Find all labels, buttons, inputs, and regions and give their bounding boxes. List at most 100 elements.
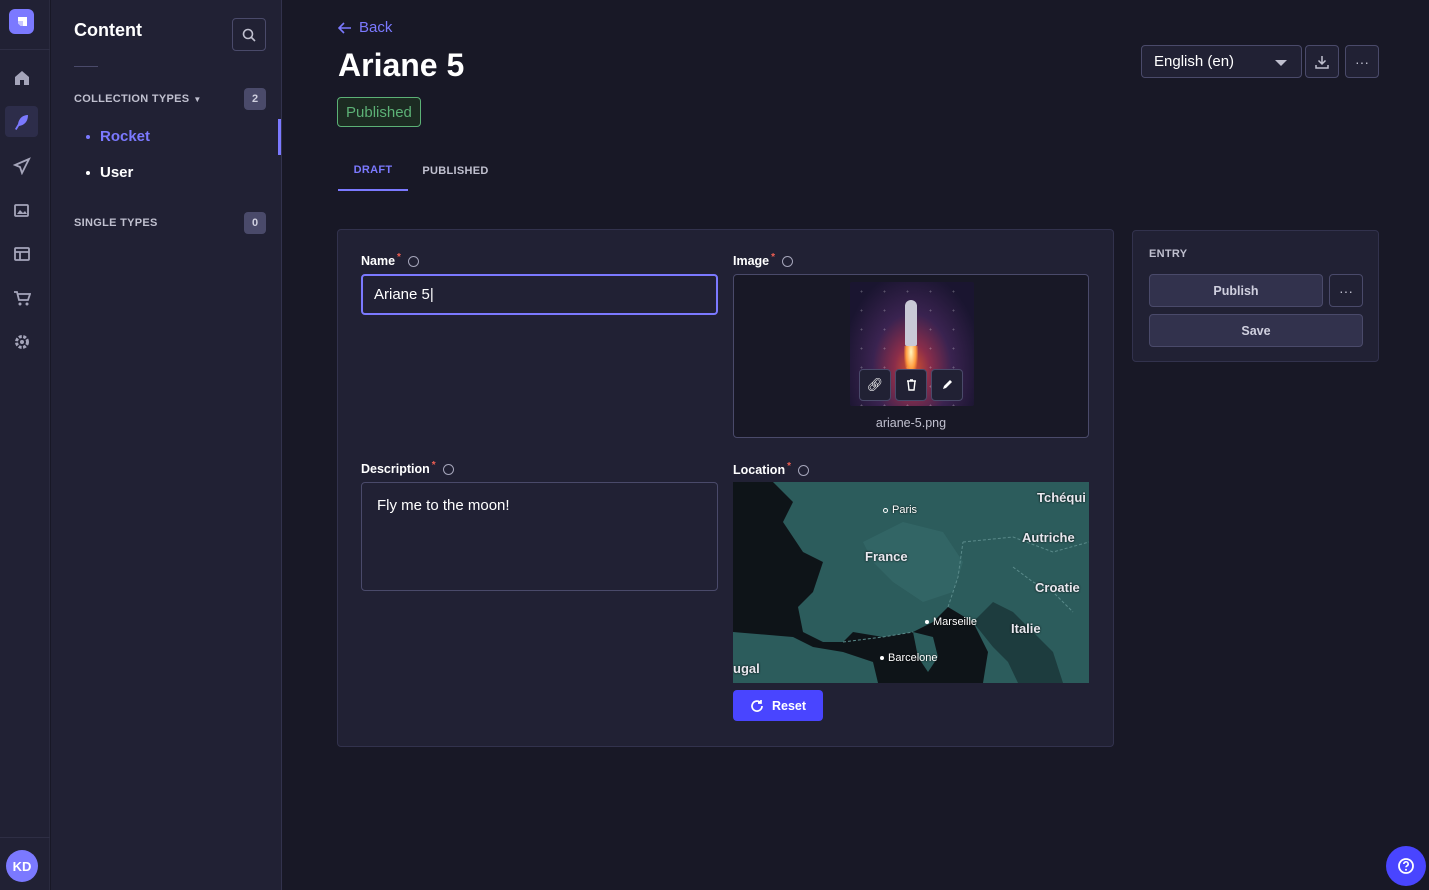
map-label-autriche: Autriche: [1022, 530, 1075, 545]
status-badge: Published: [337, 97, 421, 127]
save-button[interactable]: Save: [1149, 314, 1363, 347]
single-types-label: SINGLE TYPES: [74, 217, 158, 229]
image-field[interactable]: 🔗︎ ariane-5.png: [733, 274, 1089, 438]
entry-more-button[interactable]: ···: [1329, 274, 1363, 307]
globe-icon: [407, 255, 419, 267]
caret-down-icon: [1275, 60, 1287, 66]
location-label: Location *: [733, 460, 809, 477]
single-types-count: 0: [244, 212, 266, 234]
refresh-icon: [751, 699, 763, 712]
download-icon: [1315, 55, 1329, 69]
image-label-text: Image: [733, 254, 770, 268]
subnav-item-label: Rocket: [100, 128, 151, 145]
main-nav: KD: [0, 0, 50, 890]
globe-icon: [782, 255, 794, 267]
pencil-icon: [943, 380, 952, 389]
reset-button[interactable]: Reset: [733, 690, 823, 721]
publish-button[interactable]: Publish: [1149, 274, 1323, 307]
map-label-text: Barcelone: [888, 652, 938, 664]
image-thumbnail[interactable]: 🔗︎: [850, 282, 974, 406]
locale-value: English (en): [1154, 53, 1235, 70]
map-label-barcelone: Barcelone: [880, 652, 938, 664]
map-label-paris: Paris: [883, 504, 917, 516]
map-label-france: France: [865, 549, 908, 564]
tab-draft[interactable]: DRAFT: [338, 150, 408, 191]
image-filename: ariane-5.png: [875, 416, 947, 430]
required-mark: *: [771, 251, 776, 263]
city-marker-icon: [883, 507, 888, 513]
map-label-text: Marseille: [933, 616, 978, 628]
subnav-title: Content: [74, 20, 142, 40]
description-label: Description *: [361, 459, 454, 476]
strapi-logo-icon[interactable]: [9, 9, 34, 34]
version-tabs: DRAFT PUBLISHED: [338, 150, 503, 191]
rocket-image: [905, 300, 917, 346]
subnav-item-label: User: [100, 164, 134, 181]
back-label: Back: [359, 19, 393, 36]
download-button[interactable]: [1305, 45, 1339, 78]
nav-divider: [0, 49, 50, 50]
collection-types-count: 2: [244, 88, 266, 110]
map-label-portugal: ugal: [733, 661, 760, 676]
required-mark: *: [787, 460, 791, 472]
search-button[interactable]: [232, 18, 266, 51]
arrow-left-icon: [338, 21, 351, 34]
description-textarea[interactable]: Fly me to the moon!: [361, 482, 718, 591]
help-icon: [1398, 858, 1414, 874]
edit-button[interactable]: [931, 369, 963, 401]
back-link[interactable]: Back: [338, 19, 392, 36]
copy-link-button[interactable]: 🔗︎: [859, 369, 891, 401]
content-subnav: Content COLLECTION TYPES ▼ 2 Rocket User…: [51, 0, 282, 890]
link-icon: 🔗︎: [866, 377, 884, 392]
single-types-toggle[interactable]: SINGLE TYPES: [74, 217, 158, 229]
feather-icon[interactable]: [5, 106, 38, 137]
city-marker-icon: [880, 656, 884, 660]
globe-icon: [442, 463, 454, 475]
location-map[interactable]: Paris Tchéqui France Autriche Croatie Ma…: [733, 482, 1089, 683]
ellipsis-icon: ···: [1355, 53, 1369, 70]
delete-button[interactable]: [895, 369, 927, 401]
gear-icon[interactable]: [5, 326, 38, 357]
image-label: Image *: [733, 251, 794, 268]
tab-published[interactable]: PUBLISHED: [408, 150, 503, 191]
required-mark: *: [431, 459, 436, 471]
home-icon[interactable]: [5, 62, 38, 93]
entry-panel: ENTRY Publish ··· Save: [1132, 230, 1379, 362]
search-icon: [242, 28, 256, 42]
name-label-text: Name: [361, 254, 396, 268]
edit-form: Name * Ariane 5| Image * 🔗︎ ariane-5.png D…: [337, 229, 1114, 747]
map-label-tchequie: Tchéqui: [1037, 490, 1086, 505]
cart-icon[interactable]: [5, 282, 38, 313]
page-title: Ariane 5: [338, 47, 465, 83]
collection-types-label: COLLECTION TYPES: [74, 93, 190, 105]
paper-plane-icon[interactable]: [5, 150, 38, 181]
name-input[interactable]: Ariane 5|: [361, 274, 718, 315]
map-label-text: Paris: [892, 504, 918, 516]
ellipsis-icon: ···: [1339, 282, 1353, 299]
name-label: Name *: [361, 251, 419, 268]
globe-icon: [798, 464, 809, 476]
required-mark: *: [397, 251, 401, 263]
trash-icon: [906, 379, 916, 391]
map-label-italie: Italie: [1011, 621, 1041, 636]
subnav-item-user[interactable]: User: [74, 164, 133, 181]
collection-types-toggle[interactable]: COLLECTION TYPES ▼: [74, 93, 202, 105]
map-label-marseille: Marseille: [925, 616, 977, 628]
entry-title: ENTRY: [1149, 248, 1188, 260]
locale-select[interactable]: English (en): [1141, 45, 1302, 78]
more-options-button[interactable]: ···: [1345, 45, 1379, 78]
images-icon[interactable]: [5, 194, 38, 225]
bullet-icon: [86, 134, 90, 139]
help-button[interactable]: [1386, 846, 1426, 886]
subnav-item-rocket[interactable]: Rocket: [74, 128, 150, 145]
description-label-text: Description: [361, 462, 430, 476]
bullet-icon: [86, 170, 90, 175]
avatar[interactable]: KD: [6, 850, 38, 882]
map-label-croatie: Croatie: [1035, 580, 1080, 595]
layout-icon[interactable]: [5, 238, 38, 269]
chevron-down-icon: ▼: [193, 94, 202, 104]
city-marker-icon: [925, 620, 929, 624]
image-actions: 🔗︎: [859, 369, 963, 401]
nav-divider: [0, 837, 50, 838]
reset-label: Reset: [771, 698, 807, 713]
